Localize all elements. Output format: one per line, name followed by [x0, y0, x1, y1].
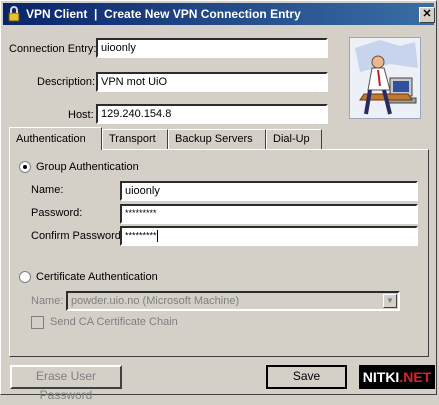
host-label: Host:: [68, 109, 94, 121]
tab-authentication[interactable]: Authentication: [9, 127, 102, 150]
connection-entry-input[interactable]: uioonly: [96, 38, 328, 58]
confirm-password-input[interactable]: *********: [120, 226, 418, 246]
window-title: VPN Client | Create New VPN Connection E…: [26, 7, 301, 21]
confirm-password-value: *********: [125, 230, 157, 241]
title-bar[interactable]: VPN Client | Create New VPN Connection E…: [3, 3, 435, 25]
erase-user-password-button[interactable]: Erase User Password: [10, 365, 122, 402]
cert-name-select[interactable]: powder.uio.no (Microsoft Machine) ▼: [66, 291, 400, 311]
authentication-panel: Group Authentication Name: uioonly Passw…: [9, 149, 429, 357]
send-ca-chain-label: Send CA Certificate Chain: [50, 316, 178, 328]
group-auth-radio[interactable]: [19, 161, 31, 173]
watermark-main: NITKI: [362, 369, 400, 385]
confirm-password-label: Confirm Password:: [31, 230, 124, 242]
send-ca-chain-checkbox[interactable]: [31, 316, 44, 329]
cert-name-label: Name:: [31, 295, 64, 307]
user-at-computer-illustration: [349, 37, 421, 119]
text-caret: [156, 230, 158, 242]
group-password-input[interactable]: *********: [120, 204, 418, 224]
watermark-accent: .NET: [399, 369, 432, 385]
vpn-dialog-window: VPN Client | Create New VPN Connection E…: [0, 0, 437, 402]
watermark-logo: NITKI.NET: [359, 365, 435, 389]
tab-transport[interactable]: Transport: [102, 129, 168, 149]
host-input[interactable]: 129.240.154.8: [96, 104, 328, 124]
connection-entry-label: Connection Entry:: [9, 43, 97, 55]
group-name-label: Name:: [31, 184, 64, 196]
group-auth-label: Group Authentication: [36, 161, 139, 173]
lock-icon: [8, 6, 20, 22]
description-label: Description:: [37, 76, 96, 88]
person-at-computer-icon: [350, 38, 420, 118]
close-button[interactable]: ✕: [419, 7, 435, 23]
description-input[interactable]: VPN mot UiO: [96, 72, 328, 92]
chevron-down-icon[interactable]: ▼: [383, 294, 397, 308]
cert-auth-label: Certificate Authentication: [36, 271, 158, 283]
group-name-input[interactable]: uioonly: [120, 181, 418, 201]
group-password-label: Password:: [31, 207, 83, 219]
save-button[interactable]: Save: [266, 365, 347, 389]
cert-name-value: powder.uio.no (Microsoft Machine): [71, 295, 240, 307]
cert-auth-radio[interactable]: [19, 271, 31, 283]
tab-dial-up[interactable]: Dial-Up: [266, 129, 322, 149]
tab-backup-servers[interactable]: Backup Servers: [168, 129, 266, 149]
